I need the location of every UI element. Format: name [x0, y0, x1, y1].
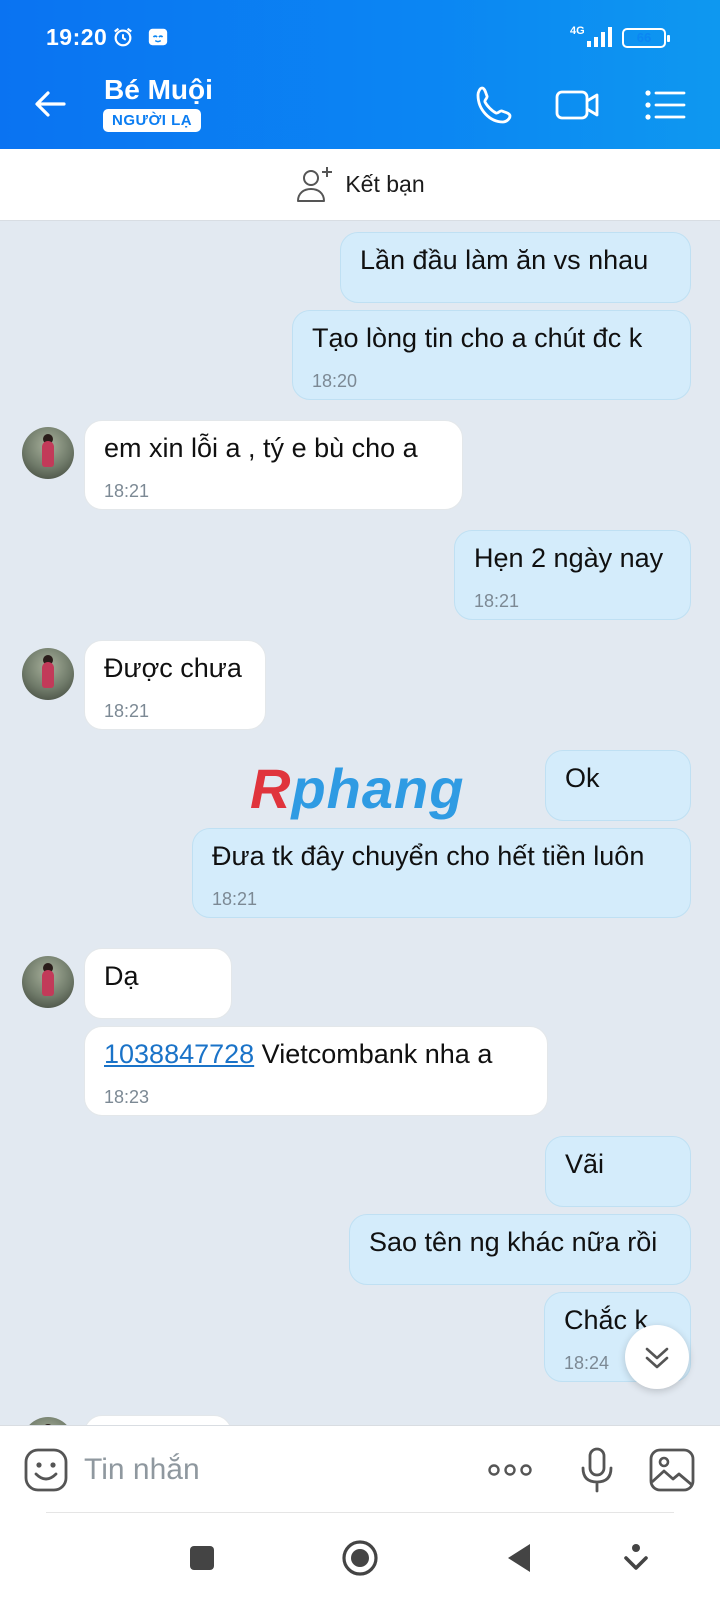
message-text: Lần đầu làm ăn vs nhau [360, 245, 649, 275]
message-text: 1038847728 Vietcombank nha a [104, 1039, 492, 1070]
message-text: Đưa tk đây chuyển cho hết tiền luôn [212, 841, 645, 871]
status-time: 19:20 [46, 24, 108, 50]
stranger-badge: NGƯỜI LẠ [103, 109, 202, 132]
battery-tip [667, 35, 670, 42]
chevron-double-down-icon [645, 1347, 669, 1369]
message-bubble-incoming[interactable]: 1038847728 Vietcombank nha a 18:23 [84, 1026, 548, 1116]
avatar[interactable] [22, 1417, 74, 1425]
message-composer [0, 1425, 720, 1512]
message-bubble-outgoing[interactable]: Tạo lòng tin cho a chút đc k 18:20 [292, 310, 691, 400]
alarm-icon [114, 27, 132, 47]
nav-divider [46, 1512, 674, 1513]
video-call-icon[interactable] [553, 80, 603, 130]
message-time: 18:23 [104, 1087, 150, 1107]
message-bubble-outgoing[interactable]: Lần đầu làm ăn vs nhau [340, 232, 691, 303]
battery-level: 66 [636, 30, 652, 45]
signal-icon [587, 27, 612, 47]
add-person-icon [297, 166, 333, 202]
message-bubble-incoming[interactable] [84, 1415, 232, 1425]
message-bubble-outgoing[interactable]: Hẹn 2 ngày nay 18:21 [454, 530, 691, 620]
add-friend-label: Kết bạn [345, 171, 425, 197]
message-text: em xin lỗi a , tý e bù cho a [104, 433, 418, 463]
notification-pull-icon[interactable] [616, 1538, 656, 1578]
watermark-rest: phang [291, 757, 465, 820]
emoji-icon[interactable] [22, 1446, 70, 1494]
message-time: 18:21 [104, 701, 150, 721]
network-type: 4G [570, 25, 585, 37]
home-icon[interactable] [340, 1538, 380, 1578]
watermark: Rphang [250, 756, 464, 821]
message-text: Dạ [104, 961, 139, 991]
message-time: 18:20 [312, 371, 358, 391]
scroll-to-bottom-button[interactable] [625, 1325, 689, 1389]
message-text: Hẹn 2 ngày nay [474, 543, 664, 573]
back-icon[interactable] [500, 1538, 540, 1578]
account-number-link[interactable]: 1038847728 [104, 1039, 254, 1069]
message-text-rest: Vietcombank nha a [254, 1039, 493, 1069]
message-bubble-outgoing[interactable]: Ok [545, 750, 691, 821]
message-text: Sao tên ng khác nữa rồi [369, 1227, 658, 1257]
message-bubble-outgoing[interactable]: Sao tên ng khác nữa rồi [349, 1214, 691, 1285]
message-time: 18:24 [564, 1353, 610, 1373]
recent-apps-icon[interactable] [182, 1538, 222, 1578]
chat-area[interactable]: Lần đầu làm ăn vs nhau Tạo lòng tin cho … [0, 221, 720, 1425]
avatar[interactable] [22, 648, 74, 700]
microphone-icon[interactable] [573, 1446, 621, 1494]
message-bubble-incoming[interactable]: Được chưa 18:21 [84, 640, 266, 730]
more-icon[interactable] [486, 1446, 534, 1494]
battery-icon: 66 [622, 28, 670, 48]
message-time: 18:21 [474, 591, 520, 611]
watermark-first: R [250, 757, 292, 820]
system-nav-bar [0, 1512, 720, 1600]
back-arrow-icon[interactable] [30, 84, 70, 124]
status-bar: 19:20 4G 66 [0, 0, 720, 62]
message-text: Tạo lòng tin cho a chút đc k [312, 323, 643, 353]
message-time: 18:21 [104, 481, 150, 501]
message-bubble-outgoing[interactable]: Đưa tk đây chuyển cho hết tiền luôn 18:2… [192, 828, 691, 918]
message-time: 18:21 [212, 889, 258, 909]
top-header: 19:20 4G 66 Bé Muội NGƯỜI LẠ [0, 0, 720, 149]
menu-icon[interactable] [640, 80, 690, 130]
message-text: Được chưa [104, 653, 242, 683]
app-bar: Bé Muội NGƯỜI LẠ [0, 62, 720, 149]
avatar[interactable] [22, 427, 74, 479]
avatar[interactable] [22, 956, 74, 1008]
image-icon[interactable] [648, 1446, 696, 1494]
message-bubble-incoming[interactable]: Dạ [84, 948, 232, 1019]
add-friend-button[interactable]: Kết bạn [0, 149, 720, 221]
phone-icon[interactable] [470, 80, 520, 130]
message-bubble-incoming[interactable]: em xin lỗi a , tý e bù cho a 18:21 [84, 420, 463, 510]
app-notification-icon [148, 28, 168, 46]
contact-name[interactable]: Bé Muội [104, 74, 213, 106]
message-text: Vãi [565, 1149, 605, 1179]
message-text: Ok [565, 763, 600, 793]
message-input[interactable] [84, 1450, 464, 1490]
message-bubble-outgoing[interactable]: Vãi [545, 1136, 691, 1207]
